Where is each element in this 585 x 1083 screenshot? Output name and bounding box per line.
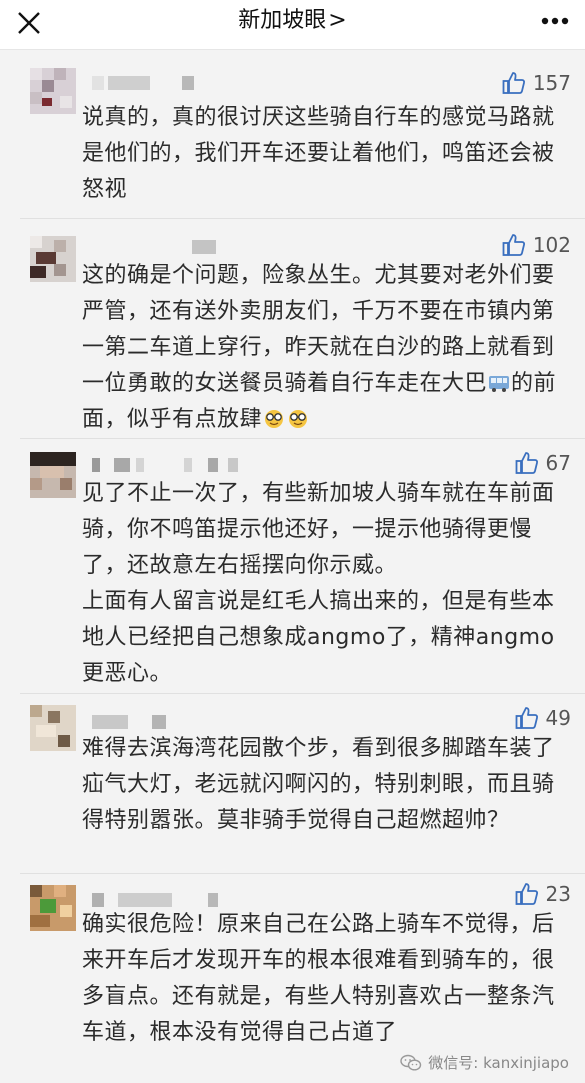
like-button[interactable]: 23	[514, 879, 571, 909]
thumbs-up-icon	[502, 72, 525, 94]
comment-item: 67 见了不止一次了，有些新加坡人骑车就在车前面骑，你不鸣笛提示他还好，一提示他…	[0, 440, 585, 695]
avatar[interactable]	[30, 885, 76, 931]
like-count: 49	[545, 706, 571, 730]
like-count: 67	[545, 451, 571, 475]
wechat-watermark: 微信号: kanxinjiapo	[400, 1052, 569, 1073]
divider	[20, 693, 585, 694]
comment-text: 确实很危险！原来自己在公路上骑车不觉得，后来开车后才发现开车的根本很难看到骑车的…	[82, 912, 555, 1045]
thumbs-up-icon	[515, 707, 538, 729]
like-button[interactable]: 67	[514, 448, 571, 478]
avatar[interactable]	[30, 705, 76, 751]
like-count: 23	[545, 882, 571, 906]
avatar[interactable]	[30, 236, 76, 282]
watermark-text: 微信号: kanxinjiapo	[428, 1054, 569, 1072]
thumbs-up-icon	[502, 234, 525, 256]
avatar[interactable]	[30, 68, 76, 114]
chevron-right-icon: >	[328, 8, 347, 33]
wechat-icon	[400, 1054, 422, 1071]
like-button[interactable]: 49	[514, 703, 571, 733]
comment-text: 见了不止一次了，有些新加坡人骑车就在车前面骑，你不鸣笛提示他还好，一提示他骑得更…	[82, 481, 555, 686]
page-title[interactable]: 新加坡眼>	[0, 6, 585, 36]
more-icon[interactable]	[541, 16, 569, 26]
comment-item: 49 难得去滨海湾花园散个步，看到很多脚踏车装了疝气大灯，老远就闪啊闪的，特别刺…	[0, 695, 585, 875]
thumbs-up-icon	[515, 883, 538, 905]
bus-emoji-icon	[489, 376, 510, 392]
nerd-face-emoji-icon	[265, 410, 284, 428]
page-title-text: 新加坡眼	[238, 8, 327, 33]
avatar[interactable]	[30, 452, 76, 498]
top-bar: 新加坡眼>	[0, 0, 585, 50]
thumbs-up-icon	[515, 452, 538, 474]
like-count: 102	[532, 233, 571, 257]
divider	[20, 438, 585, 439]
like-count: 157	[532, 71, 571, 95]
comment-text-part: 这的确是个问题，险象丛生。尤其要对老外们要严管，还有送外卖朋友们，千万不要在市镇…	[82, 263, 555, 396]
like-button[interactable]: 157	[501, 68, 571, 98]
comment-item: 157 说真的，真的很讨厌这些骑自行车的感觉马路就是他们的，我们开车还要让着他们…	[0, 50, 585, 220]
comment-item: 102 这的确是个问题，险象丛生。尤其要对老外们要严管，还有送外卖朋友们，千万不…	[0, 220, 585, 440]
nerd-face-emoji-icon	[289, 410, 308, 428]
divider	[20, 218, 585, 219]
comment-text: 说真的，真的很讨厌这些骑自行车的感觉马路就是他们的，我们开车还要让着他们，鸣笛还…	[82, 105, 555, 202]
comment-text: 这的确是个问题，险象丛生。尤其要对老外们要严管，还有送外卖朋友们，千万不要在市镇…	[82, 258, 562, 438]
comment-text: 难得去滨海湾花园散个步，看到很多脚踏车装了疝气大灯，老远就闪啊闪的，特别刺眼，而…	[82, 736, 555, 833]
divider	[20, 873, 585, 874]
like-button[interactable]: 102	[501, 230, 571, 260]
